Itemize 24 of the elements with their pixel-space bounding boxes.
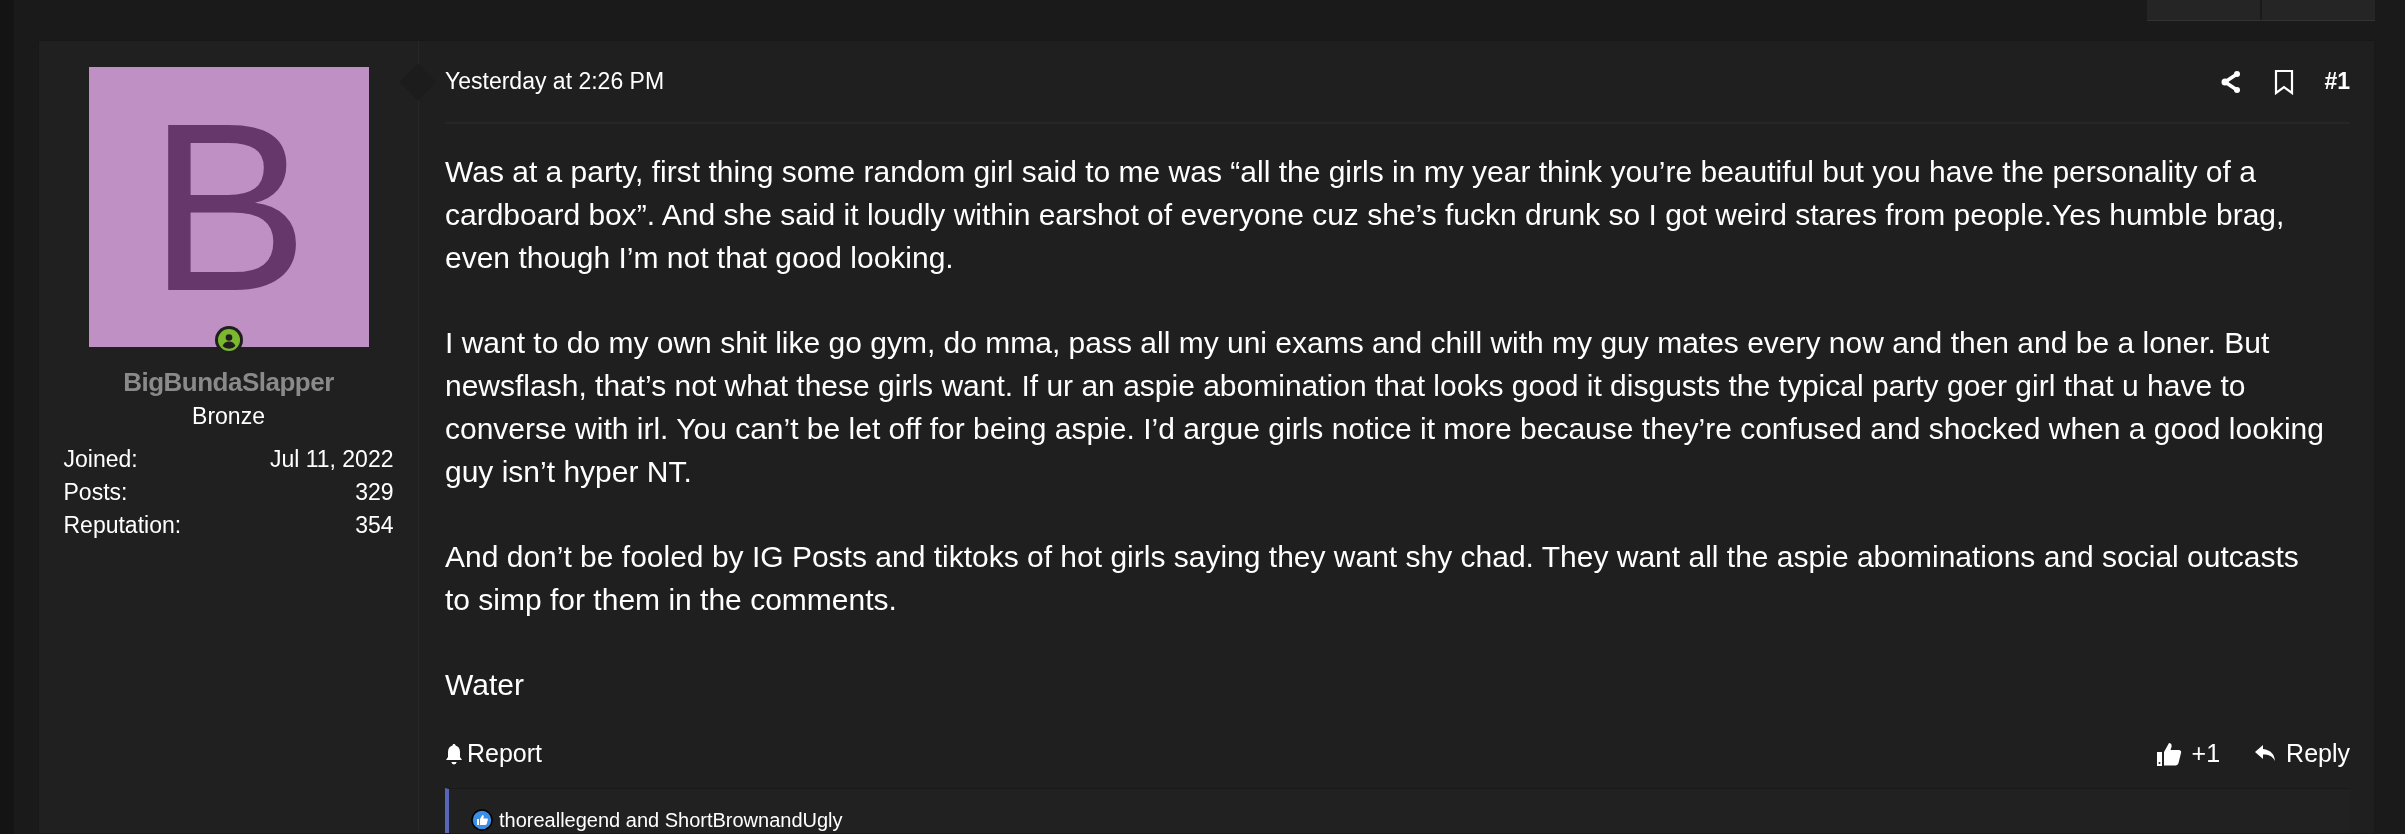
post-paragraph: I want to do my own shit like go gym, do mma, pass all my uni exams and chill with my guy mates every now and then and be a loner. But newsflash, that’s not what these girls want. If ur an aspie abomination that looks good it disgusts the typical party goer girl that u have to converse with irl. You can’t be let off for being aspie. I’d argue girls notice it more because they’re confused and shocked when a good looking guy isn’t hyper NT.: [445, 325, 2325, 490]
thumbs-up-icon: [471, 809, 493, 831]
post-paragraph: And don’t be fooled by IG Posts and tiktoks of hot girls saying they want shy chad. They want all the aspie abominations and social outcasts to simp for them in the comments.: [445, 539, 2300, 618]
post-paragraph: Was at a party, first thing some random girl said to me was “all the girls in my year think you’re beautiful but you have the personality of a cardboard box”. And she said it loudly within earshot of everyone cuz she’s fuckn drunk so I got weird stares from people.Yes humble brag, even though I’m not that good looking.: [445, 154, 2286, 276]
post-number-link[interactable]: #1: [2324, 64, 2350, 99]
thumbs-up-icon: [2155, 741, 2182, 767]
share-icon[interactable]: [2220, 68, 2243, 95]
stat-value: 329: [355, 478, 394, 507]
report-link[interactable]: Report: [445, 735, 543, 773]
stat-value: 354: [355, 511, 394, 540]
avatar-letter: B: [148, 87, 309, 327]
post-date-link[interactable]: Yesterday at 2:26 PM: [445, 64, 665, 99]
stat-value: Jul 11, 2022: [269, 445, 394, 474]
bookmark-icon[interactable]: [2274, 68, 2295, 95]
username-link[interactable]: BigBundaSlapper: [123, 365, 334, 399]
reactions-link[interactable]: thoreallegend and ShortBrownandUgly: [499, 808, 843, 832]
stat-label: Reputation:: [63, 511, 182, 540]
post-paragraph: Water: [445, 667, 525, 703]
user-rank: Bronze: [192, 402, 265, 431]
like-button[interactable]: +1: [2155, 735, 2221, 773]
bell-icon: [445, 743, 463, 765]
reply-link[interactable]: Reply: [2254, 735, 2350, 773]
stat-label: Posts:: [63, 478, 128, 507]
stat-label: Joined:: [63, 445, 138, 474]
